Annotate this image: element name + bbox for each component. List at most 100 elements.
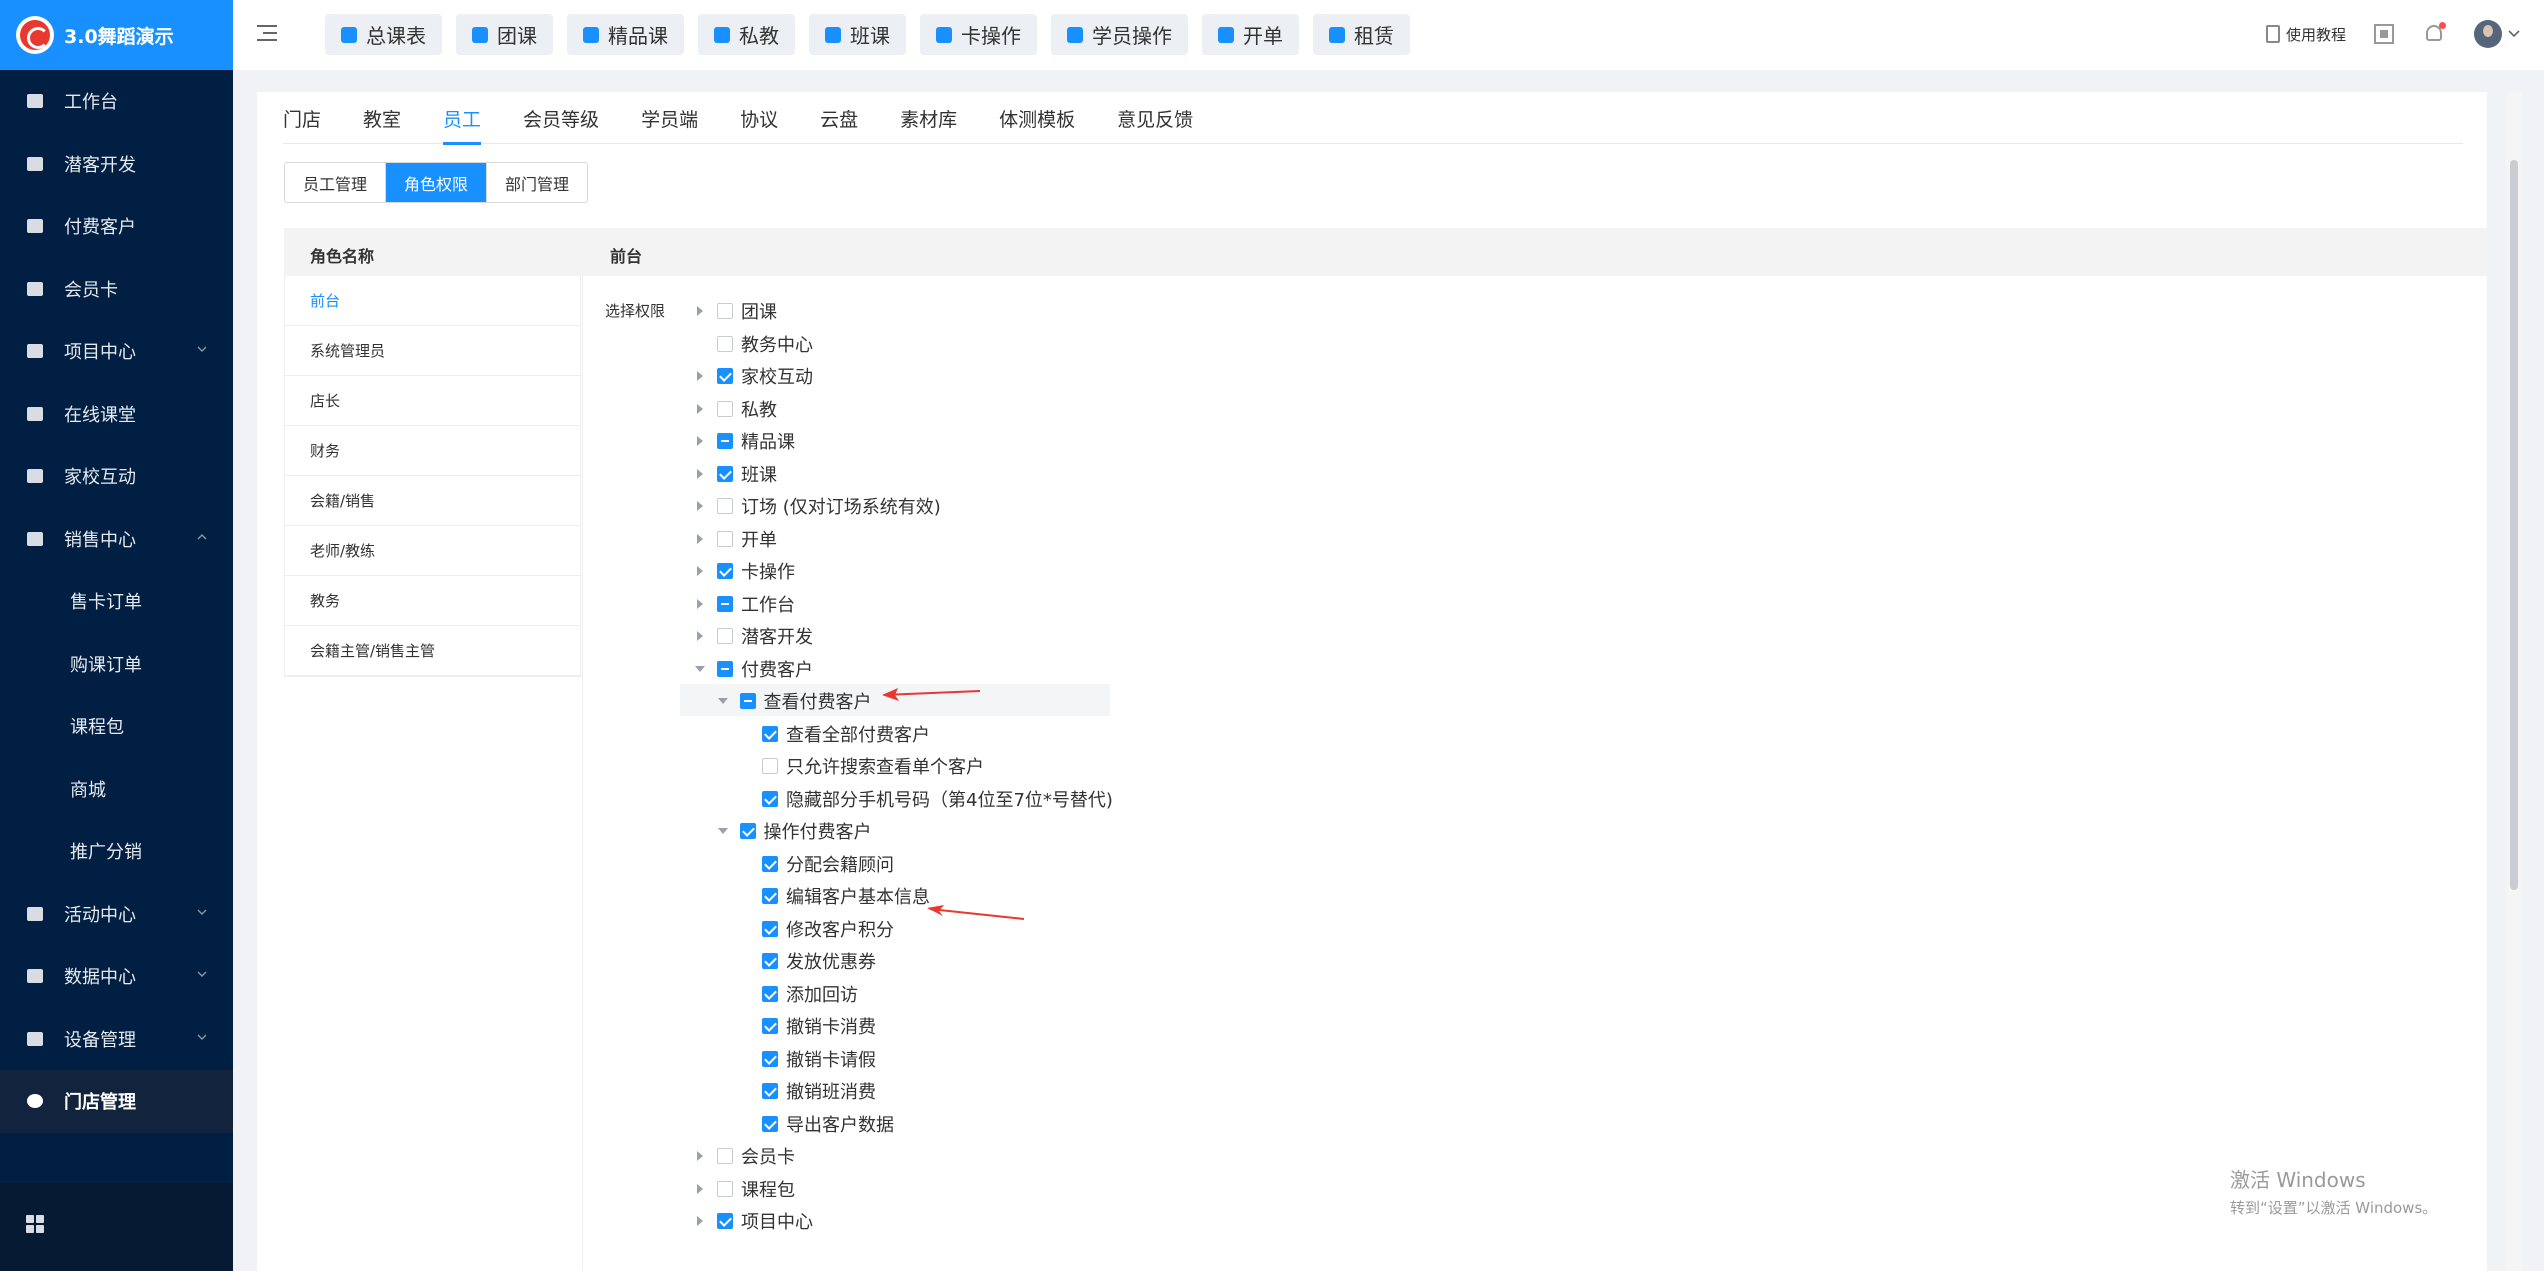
sidebar-item[interactable]: 项目中心 <box>0 320 233 383</box>
tree-node[interactable]: 撤销班消费 <box>738 1075 876 1107</box>
sidebar-item[interactable]: 商城 <box>0 758 233 821</box>
permission-checkbox[interactable] <box>739 693 756 709</box>
notification-bell-icon[interactable] <box>2424 22 2446 45</box>
tree-node[interactable]: 编辑客户基本信息 <box>738 880 930 912</box>
permission-checkbox[interactable] <box>717 433 733 449</box>
sidebar-item[interactable]: 销售中心 <box>0 508 233 571</box>
tree-node[interactable]: 班课 <box>693 458 777 490</box>
tree-node[interactable]: 私教 <box>693 393 777 425</box>
permission-checkbox[interactable] <box>762 1083 778 1099</box>
tree-node[interactable]: 团课 <box>693 295 777 327</box>
caret-right-icon[interactable] <box>693 1182 707 1196</box>
caret-down-icon[interactable] <box>693 662 707 676</box>
tree-node[interactable]: 查看全部付费客户 <box>738 718 930 750</box>
permission-checkbox[interactable] <box>762 790 778 807</box>
sidebar-item[interactable]: 工作台 <box>0 70 233 133</box>
tree-node[interactable]: 开单 <box>693 523 777 555</box>
tree-node[interactable]: 会员卡 <box>693 1140 795 1172</box>
caret-right-icon[interactable] <box>693 467 707 481</box>
tree-node[interactable]: 撤销卡请假 <box>738 1043 876 1075</box>
tree-node[interactable]: 查看付费客户 <box>716 685 872 717</box>
tree-node[interactable]: 卡操作 <box>693 555 795 587</box>
quick-tab[interactable]: 总课表 <box>325 14 442 55</box>
caret-down-icon[interactable] <box>716 694 730 708</box>
quick-tab[interactable]: 精品课 <box>567 14 684 55</box>
settings-tab[interactable]: 员工 <box>443 92 482 145</box>
permission-checkbox[interactable] <box>717 368 733 384</box>
quick-tab[interactable]: 班课 <box>809 14 906 55</box>
sidebar-item[interactable]: 课程包 <box>0 695 233 758</box>
permission-checkbox[interactable] <box>762 888 778 904</box>
quick-tab[interactable]: 学员操作 <box>1051 14 1188 55</box>
settings-tab[interactable]: 门店 <box>283 92 321 144</box>
avatar[interactable] <box>2474 20 2502 48</box>
permission-checkbox[interactable] <box>717 303 733 319</box>
role-item[interactable]: 会籍/销售 <box>285 476 580 526</box>
permission-checkbox[interactable] <box>762 920 778 937</box>
app-logo[interactable]: 3.0舞蹈演示 <box>0 0 233 70</box>
permission-checkbox[interactable] <box>762 1115 778 1132</box>
quick-tab[interactable]: 开单 <box>1202 14 1299 55</box>
collapse-menu-icon[interactable] <box>257 25 277 43</box>
permission-checkbox[interactable] <box>762 758 778 774</box>
permission-checkbox[interactable] <box>717 660 733 677</box>
permission-checkbox[interactable] <box>717 1213 733 1229</box>
tree-node[interactable]: 付费客户 <box>693 653 813 685</box>
tree-node[interactable]: 订场 (仅对订场系统有效) <box>693 490 941 522</box>
sidebar-item[interactable]: 在线课堂 <box>0 383 233 446</box>
permission-checkbox[interactable] <box>717 400 733 417</box>
caret-right-icon[interactable] <box>693 1214 707 1228</box>
tree-node[interactable]: 导出客户数据 <box>738 1108 894 1140</box>
quick-tab[interactable]: 租赁 <box>1313 14 1410 55</box>
permission-checkbox[interactable] <box>762 855 778 872</box>
permission-checkbox[interactable] <box>717 530 733 547</box>
sidebar-item[interactable]: 设备管理 <box>0 1008 233 1071</box>
quick-tab[interactable]: 团课 <box>456 14 553 55</box>
segment-button[interactable]: 员工管理 <box>285 163 387 202</box>
permission-checkbox[interactable] <box>717 465 733 482</box>
tree-node[interactable]: 隐藏部分手机号码（第4位至7位*号替代) <box>738 783 1113 815</box>
tree-node[interactable]: 撤销卡消费 <box>738 1010 876 1042</box>
permission-checkbox[interactable] <box>762 953 778 969</box>
tree-node[interactable]: 教务中心 <box>693 328 813 360</box>
sidebar-item[interactable]: 潜客开发 <box>0 133 233 196</box>
chevron-down-icon[interactable] <box>2508 30 2520 38</box>
sidebar-item[interactable]: 数据中心 <box>0 945 233 1008</box>
permission-checkbox[interactable] <box>717 628 733 644</box>
tree-node[interactable]: 项目中心 <box>693 1205 813 1237</box>
caret-right-icon[interactable] <box>693 597 707 611</box>
caret-right-icon[interactable] <box>693 532 707 546</box>
caret-right-icon[interactable] <box>693 629 707 643</box>
settings-tab[interactable]: 协议 <box>740 92 778 144</box>
role-item[interactable]: 财务 <box>285 426 580 476</box>
app-grid-icon[interactable] <box>26 1215 44 1233</box>
sidebar-item[interactable]: 活动中心 <box>0 883 233 946</box>
settings-tab[interactable]: 学员端 <box>641 92 698 144</box>
caret-right-icon[interactable] <box>693 1149 707 1163</box>
sidebar-item[interactable]: 付费客户 <box>0 195 233 258</box>
tree-node[interactable]: 发放优惠券 <box>738 945 876 977</box>
caret-right-icon[interactable] <box>693 402 707 416</box>
caret-right-icon[interactable] <box>693 434 707 448</box>
permission-checkbox[interactable] <box>762 725 778 742</box>
sidebar-item[interactable]: 售卡订单 <box>0 570 233 633</box>
permission-checkbox[interactable] <box>717 498 733 514</box>
tree-node[interactable]: 修改客户积分 <box>738 913 894 945</box>
settings-tab[interactable]: 体测模板 <box>999 92 1075 144</box>
tree-node[interactable]: 分配会籍顾问 <box>738 848 894 880</box>
caret-right-icon[interactable] <box>693 369 707 383</box>
sidebar-item[interactable]: 会员卡 <box>0 258 233 321</box>
quick-tab[interactable]: 卡操作 <box>920 14 1037 55</box>
help-link[interactable]: 使用教程 <box>2265 24 2346 45</box>
tree-node[interactable]: 工作台 <box>693 588 795 620</box>
sidebar-item[interactable]: 家校互动 <box>0 445 233 508</box>
sidebar-item[interactable]: 购课订单 <box>0 633 233 696</box>
qrcode-icon[interactable] <box>2374 24 2394 44</box>
permission-checkbox[interactable] <box>762 1050 778 1067</box>
permission-checkbox[interactable] <box>762 1018 778 1034</box>
role-item[interactable]: 老师/教练 <box>285 526 580 576</box>
tree-node[interactable]: 课程包 <box>693 1173 795 1205</box>
settings-tab[interactable]: 云盘 <box>820 92 858 144</box>
permission-checkbox[interactable] <box>717 1148 733 1164</box>
tree-node[interactable]: 只允许搜索查看单个客户 <box>738 750 984 782</box>
